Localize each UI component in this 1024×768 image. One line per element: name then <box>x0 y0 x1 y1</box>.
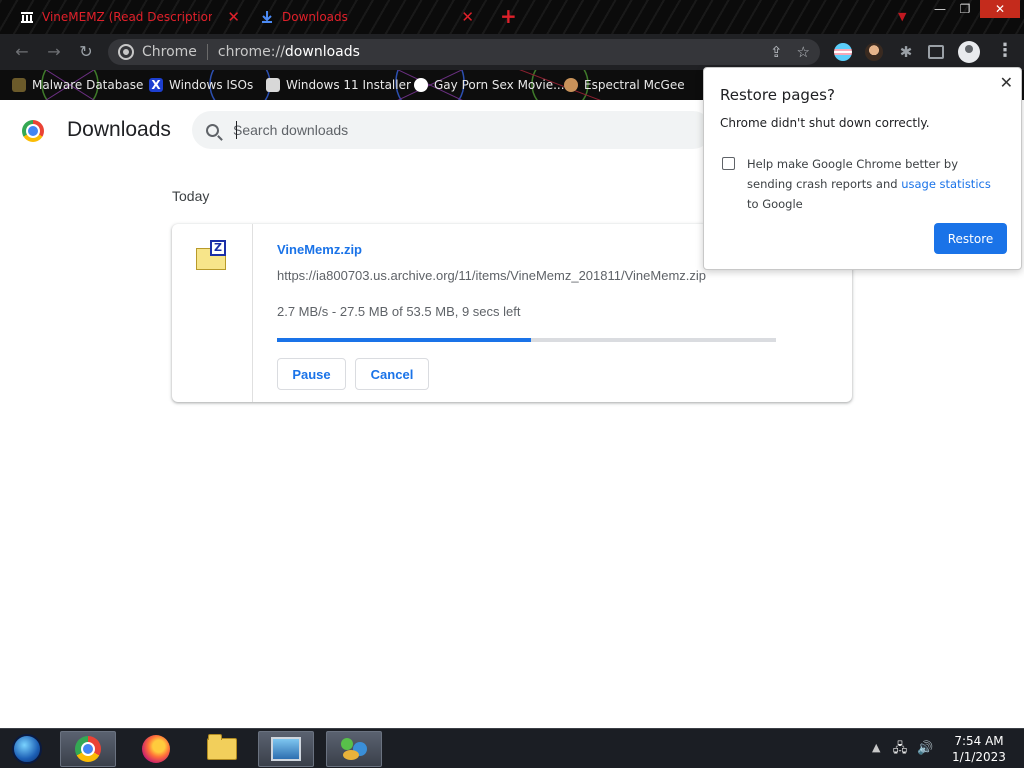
crash-report-text: Help make Google Chrome better by sendin… <box>747 154 997 214</box>
volume-icon[interactable]: 🔊 <box>917 741 933 757</box>
download-icon <box>262 11 272 23</box>
reload-icon[interactable]: ↻ <box>76 42 96 62</box>
chrome-icon <box>75 736 101 762</box>
chrome-logo-icon <box>22 120 44 142</box>
users-icon <box>339 736 369 762</box>
file-url[interactable]: https://ia800703.us.archive.org/11/items… <box>277 268 706 283</box>
firefox-icon <box>142 735 170 763</box>
address-url[interactable]: chrome://downloads <box>218 44 360 60</box>
url-prefix: chrome:// <box>217 44 285 60</box>
folder-icon <box>207 734 237 760</box>
menu-dots-icon[interactable]: ⋮ <box>996 42 1014 60</box>
window-close-button[interactable]: ✕ <box>980 0 1020 18</box>
taskbar-chrome[interactable] <box>60 731 116 767</box>
address-bar[interactable]: Chrome chrome://downloads ⇪ ☆ <box>108 39 820 65</box>
installer-icon <box>266 78 280 92</box>
ghost-icon <box>414 78 428 92</box>
taskbar-firefox[interactable] <box>128 731 184 767</box>
bookmark-star-icon[interactable]: ☆ <box>797 43 810 61</box>
close-icon[interactable]: ✕ <box>1000 73 1013 92</box>
search-input[interactable] <box>233 122 673 138</box>
taskbar-users[interactable] <box>326 731 382 767</box>
tab-title: Downloads <box>282 10 348 24</box>
usage-statistics-link[interactable]: usage statistics <box>901 177 991 191</box>
tab-vinememz[interactable]: VineMEMZ (Read Description) - I ✕ <box>12 3 248 31</box>
x-logo-icon: X <box>149 78 163 92</box>
pause-button[interactable]: Pause <box>277 358 346 390</box>
show-hidden-icons-icon[interactable]: ▲ <box>872 741 880 754</box>
close-tab-icon[interactable]: ✕ <box>461 8 474 26</box>
forward-arrow-icon[interactable]: → <box>44 42 64 62</box>
bookmark-ghost-site[interactable]: Gay Porn Sex Movie... <box>414 76 565 94</box>
tab-search-icon[interactable]: ▼ <box>898 10 906 23</box>
bookmark-label: Espectral McGee <box>584 78 685 92</box>
extensions-puzzle-icon[interactable]: ✱ <box>897 43 915 61</box>
url-host: downloads <box>284 44 360 60</box>
archive-icon <box>21 12 33 23</box>
bookmark-windows-11-installer[interactable]: Windows 11 Installer <box>266 76 411 94</box>
windows-start-icon <box>12 734 42 764</box>
dialog-message: Chrome didn't shut down correctly. <box>720 116 930 130</box>
avatar-extension-icon[interactable] <box>865 43 883 61</box>
tab-title: VineMEMZ (Read Description) - I <box>42 10 212 24</box>
page-title: Downloads <box>67 118 171 141</box>
network-icon[interactable]: 🖧 <box>892 741 908 757</box>
download-progress-fill <box>277 338 532 342</box>
bookmark-windows-isos[interactable]: X Windows ISOs <box>149 76 253 94</box>
taskbar: ▲ 🖧 🔊 7:54 AM 1/1/2023 <box>0 728 1024 768</box>
file-icon-column: Z <box>172 224 253 402</box>
search-box[interactable] <box>192 111 712 149</box>
share-icon[interactable]: ⇪ <box>770 43 783 61</box>
crash-report-checkbox[interactable] <box>722 157 735 170</box>
tab-downloads[interactable]: Downloads ✕ <box>252 3 482 31</box>
taskbar-photos[interactable] <box>258 731 314 767</box>
pride-flag-extension-icon[interactable] <box>834 43 852 61</box>
bookmark-malware-database[interactable]: Malware Database <box>12 76 143 94</box>
bookmark-label: Windows 11 Installer <box>286 78 411 92</box>
bug-icon <box>12 78 26 92</box>
system-clock[interactable]: 7:54 AM 1/1/2023 <box>944 733 1014 765</box>
dialog-title: Restore pages? <box>720 86 835 104</box>
maximize-button[interactable]: ❐ <box>954 0 976 18</box>
address-divider <box>206 44 208 60</box>
start-button[interactable] <box>4 731 50 767</box>
bookmark-label: Windows ISOs <box>169 78 254 92</box>
bookmark-label: Gay Porn Sex Movie... <box>434 78 565 92</box>
date-section-label: Today <box>172 188 210 204</box>
new-tab-button[interactable]: + <box>500 6 517 26</box>
screen: VineMEMZ (Read Description) - I ✕ Downlo… <box>0 0 1024 768</box>
download-progress-bar <box>277 338 776 342</box>
zip-badge: Z <box>210 240 226 256</box>
crash-text-after: to Google <box>747 197 803 211</box>
photo-viewer-icon <box>271 737 301 761</box>
minimize-button[interactable]: — <box>930 0 950 18</box>
address-actions: ⇪ ☆ <box>770 43 810 61</box>
clock-time: 7:54 AM <box>954 734 1004 748</box>
tab-strip: VineMEMZ (Read Description) - I ✕ Downlo… <box>0 0 1024 34</box>
text-caret <box>236 121 237 139</box>
back-arrow-icon[interactable]: ← <box>12 42 32 62</box>
restore-pages-dialog: ✕ Restore pages? Chrome didn't shut down… <box>703 67 1022 270</box>
restore-button[interactable]: Restore <box>934 223 1007 254</box>
download-status: 2.7 MB/s - 27.5 MB of 53.5 MB, 9 secs le… <box>277 304 521 319</box>
search-icon <box>206 123 219 137</box>
bookmark-label: Malware Database <box>32 78 144 92</box>
cancel-button[interactable]: Cancel <box>355 358 429 390</box>
address-chip: Chrome <box>142 44 197 60</box>
chrome-page-icon <box>118 44 134 60</box>
clock-date: 1/1/2023 <box>952 750 1006 764</box>
avatar-icon <box>564 78 578 92</box>
side-panel-icon[interactable] <box>928 45 944 59</box>
taskbar-file-explorer[interactable] <box>194 731 250 767</box>
file-name-link[interactable]: VineMemz.zip <box>277 242 362 257</box>
bookmark-espectral-mcgee[interactable]: Espectral McGee <box>564 76 685 94</box>
profile-avatar-icon[interactable] <box>958 41 980 63</box>
close-tab-icon[interactable]: ✕ <box>227 8 240 26</box>
zip-file-icon: Z <box>196 240 228 270</box>
